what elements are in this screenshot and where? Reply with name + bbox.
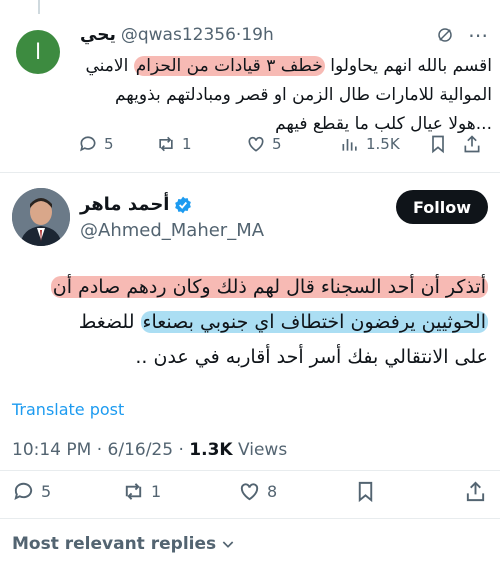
- post-line-2-rest: للضغط: [78, 311, 141, 333]
- bookmark-icon: [432, 135, 444, 154]
- highlighted-text: أتذكر أن أحد السجناء قال لهم ذلك وكان رد…: [50, 276, 488, 298]
- reply-count: 5: [41, 482, 52, 501]
- profile-photo: [12, 188, 70, 246]
- like-button[interactable]: 5: [246, 134, 282, 154]
- bookmark-icon: [358, 481, 373, 503]
- repost-button[interactable]: 1: [156, 134, 192, 154]
- follow-button[interactable]: Follow: [396, 190, 488, 224]
- chevron-down-icon: [222, 541, 234, 548]
- post-line-2: الحوثيين يرفضون اختطاف اي جنوبي بصنعاء ل…: [12, 305, 488, 340]
- reply-sort-label: Most relevant replies: [12, 534, 217, 554]
- reply-text: اقسم بالله انهم يحاولوا خطف ٣ قيادات من …: [72, 52, 492, 139]
- share-icon: [466, 481, 485, 502]
- author-avatar[interactable]: [12, 188, 70, 246]
- author-name-row: أحمد ماهر: [80, 194, 193, 215]
- highlighted-text: خطف ٣ قيادات من الحزام: [133, 56, 325, 76]
- divider: [0, 518, 500, 519]
- share-icon: [464, 135, 480, 153]
- handle[interactable]: @qwas12356: [121, 25, 236, 45]
- bookmark-button[interactable]: [428, 134, 448, 154]
- repost-count: 1: [151, 482, 162, 501]
- post-text: أتذكر أن أحد السجناء قال لهم ذلك وكان رد…: [12, 270, 488, 375]
- reply-button[interactable]: 5: [78, 134, 114, 154]
- thread-line: [38, 0, 40, 14]
- reply-count: 5: [104, 135, 114, 153]
- reply-button[interactable]: 5: [12, 480, 51, 503]
- views-label: Views: [232, 440, 288, 460]
- views-count: 1.3K: [189, 440, 233, 460]
- heart-icon: [240, 483, 259, 501]
- share-button[interactable]: [464, 480, 487, 503]
- display-name[interactable]: يحي: [80, 25, 116, 45]
- more-options-icon[interactable]: ⋯: [468, 25, 488, 45]
- views-button[interactable]: 1.5K: [340, 134, 400, 154]
- author-display-name[interactable]: أحمد ماهر: [80, 194, 169, 215]
- post-timestamp[interactable]: 10:14 PM · 6/16/25 ·: [12, 440, 189, 460]
- repost-icon: [159, 136, 173, 152]
- comment-icon: [80, 136, 96, 152]
- avatar[interactable]: ا: [16, 30, 60, 74]
- translate-post-link[interactable]: Translate post: [12, 400, 124, 419]
- like-count: 5: [272, 135, 282, 153]
- like-count: 8: [267, 482, 278, 501]
- view-count: 1.5K: [366, 135, 400, 153]
- share-button[interactable]: [462, 134, 482, 154]
- reply-tweet[interactable]: ا يحي @qwas12356 · 19h ⋯ اقسم بالله انهم…: [0, 0, 500, 172]
- highlighted-text: الحوثيين يرفضون اختطاف اي جنوبي بصنعاء: [140, 311, 488, 333]
- author-handle[interactable]: @Ahmed_Maher_MA: [80, 220, 264, 241]
- like-button[interactable]: 8: [238, 480, 277, 503]
- heart-icon: [248, 136, 264, 152]
- post-line-3: على الانتقالي بفك أسر أحد أقاربه في عدن …: [135, 346, 488, 368]
- repost-count: 1: [182, 135, 192, 153]
- reply-header: يحي @qwas12356 · 19h: [80, 22, 274, 48]
- reply-sort-dropdown[interactable]: Most relevant replies: [12, 534, 236, 554]
- post-line-1: أتذكر أن أحد السجناء قال لهم ذلك وكان رد…: [12, 270, 488, 305]
- comment-icon: [14, 482, 33, 500]
- avatar-letter: ا: [34, 39, 42, 65]
- post-time[interactable]: 19h: [241, 25, 273, 45]
- reply-text-start: اقسم بالله انهم يحاولوا: [324, 56, 492, 76]
- divider: [0, 172, 500, 173]
- bookmark-button[interactable]: [354, 480, 377, 503]
- verified-badge-icon[interactable]: [173, 195, 193, 215]
- post-metadata: 10:14 PM · 6/16/25 · 1.3K Views: [12, 440, 287, 460]
- repost-button[interactable]: 1: [122, 480, 161, 503]
- reply-action-bar: 5 1 5 1.5K: [78, 134, 488, 158]
- grok-icon[interactable]: [436, 26, 454, 44]
- post-action-bar: 5 1 8: [12, 480, 488, 506]
- repost-icon: [125, 483, 142, 500]
- analytics-icon: [342, 139, 357, 151]
- divider: [0, 470, 500, 471]
